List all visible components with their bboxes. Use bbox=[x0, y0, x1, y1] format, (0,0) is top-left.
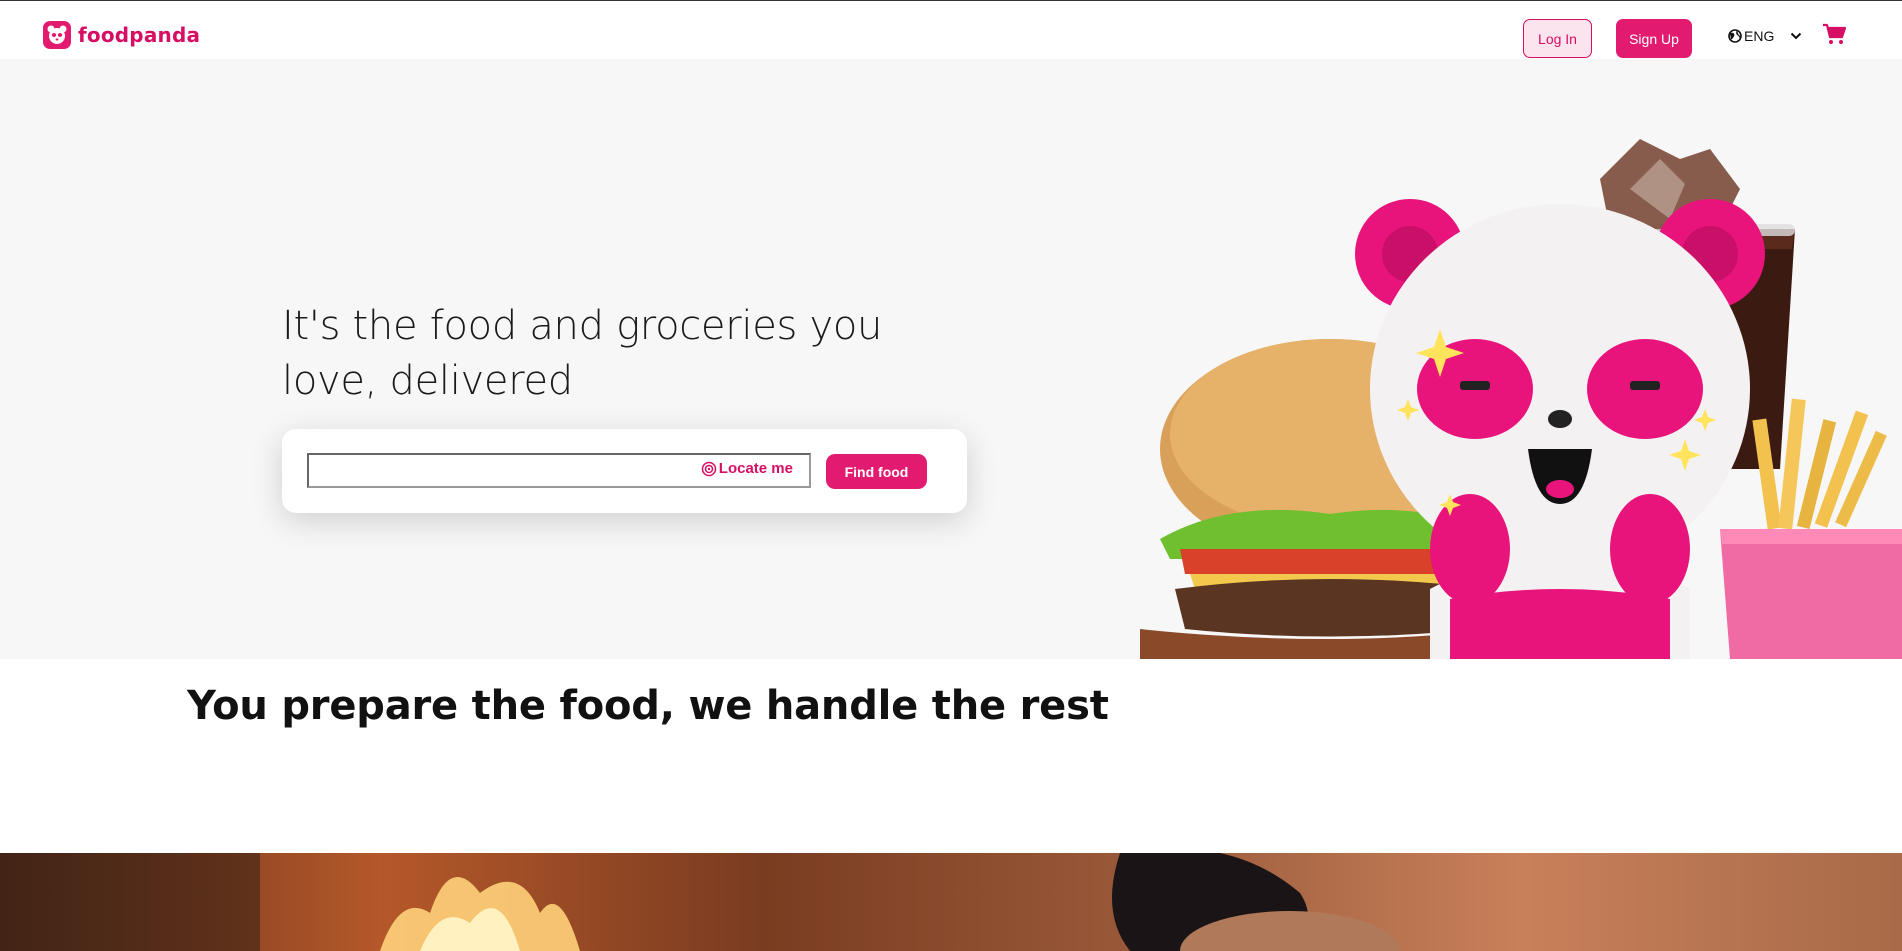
hero-illustration bbox=[1140, 139, 1902, 659]
globe-icon bbox=[1728, 29, 1742, 43]
target-icon bbox=[701, 461, 717, 476]
top-navbar: foodpanda Log In Sign Up ENG bbox=[0, 0, 1902, 59]
brand-name: foodpanda bbox=[78, 23, 201, 47]
address-field[interactable]: Locate me bbox=[307, 453, 811, 488]
find-food-button[interactable]: Find food bbox=[826, 454, 927, 489]
address-search-card: Locate me Find food bbox=[282, 429, 967, 513]
shopping-cart-icon[interactable] bbox=[1822, 23, 1847, 50]
hero-section: It's the food and groceries you love, de… bbox=[0, 59, 1902, 659]
panda-logo-icon bbox=[43, 21, 71, 49]
login-button[interactable]: Log In bbox=[1523, 19, 1592, 58]
chevron-down-icon bbox=[1791, 32, 1802, 40]
signup-button[interactable]: Sign Up bbox=[1616, 19, 1692, 58]
locate-me-button[interactable]: Locate me bbox=[701, 460, 793, 477]
section-title: You prepare the food, we handle the rest bbox=[187, 683, 1109, 729]
locate-me-label: Locate me bbox=[718, 460, 793, 477]
hero-title: It's the food and groceries you love, de… bbox=[282, 303, 883, 404]
kitchen-photo bbox=[0, 853, 1902, 951]
language-label: ENG bbox=[1744, 28, 1775, 44]
language-selector[interactable]: ENG bbox=[1728, 28, 1802, 44]
address-input[interactable] bbox=[315, 459, 695, 483]
brand-logo[interactable]: foodpanda bbox=[43, 21, 200, 49]
